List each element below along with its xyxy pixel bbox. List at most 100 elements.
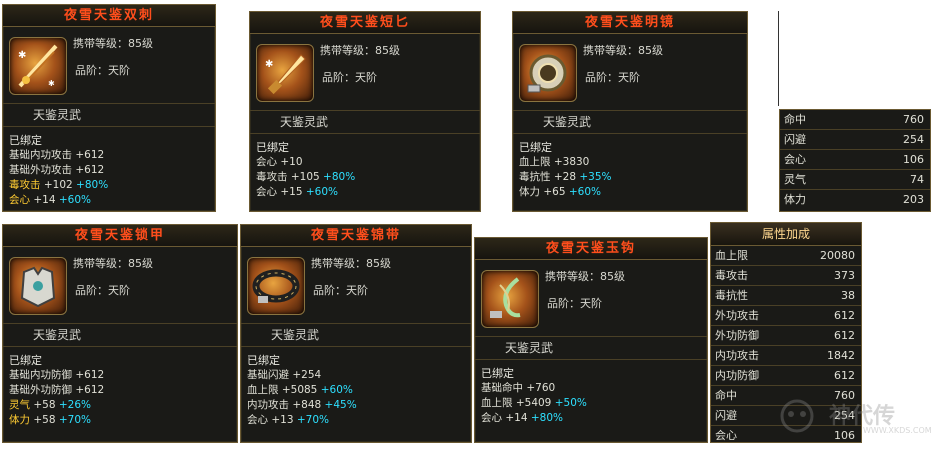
stat-value: +3830 [553, 156, 590, 168]
stat-label: 体力 [9, 414, 30, 426]
stat-percent: +50% [554, 397, 587, 409]
table-row: 会心 106 [780, 150, 930, 170]
item-card-belt: 夜雪天鉴锦带 携带等级：85级 品阶：天阶 天鉴灵武 已绑定 基础闪避 +254… [240, 224, 472, 443]
stat-list: 已绑定 基础内功攻击 +612 基础外功攻击 +612 毒攻击 +102 +80… [3, 127, 215, 208]
stat-list: 已绑定 基础命中 +760 血上限 +5409 +50% 会心 +14 +80% [475, 360, 707, 426]
row-value: 612 [834, 369, 855, 382]
svg-text:✱: ✱ [48, 79, 55, 88]
stat-value: +13 [271, 414, 294, 426]
stat-label: 毒攻击 [9, 179, 41, 191]
set-name: 天鉴灵武 [3, 324, 237, 347]
item-card-mirror: 夜雪天鉴明镜 携带等级：85级 品阶：天阶 天鉴灵武 已绑定 血上限 +3830… [512, 11, 748, 212]
item-grade: 品阶：天阶 [322, 71, 377, 84]
stat-line: 血上限 +5409 +50% [481, 396, 701, 411]
stat-label: 基础内功攻击 [9, 149, 72, 161]
row-label: 命中 [715, 389, 737, 402]
bound-status: 已绑定 [9, 134, 42, 147]
stat-value: +612 [75, 384, 105, 396]
row-value: 612 [834, 329, 855, 342]
stat-line: 会心 +15 +60% [256, 185, 474, 200]
item-card-short-dagger: 夜雪天鉴短匕 ✱ 携带等级：85级 品阶：天阶 天鉴灵武 已绑定 会心 +10 … [249, 11, 481, 212]
short-dagger-icon[interactable]: ✱ [256, 44, 314, 102]
table-row: 外功防御 612 [711, 326, 861, 346]
stat-label: 会心 [9, 194, 30, 206]
item-grade: 品阶：天阶 [75, 64, 130, 77]
stat-value: +58 [33, 399, 56, 411]
stat-percent: +60% [320, 384, 353, 396]
carry-level: 携带等级：85级 [73, 37, 153, 50]
stat-label: 会心 [247, 414, 268, 426]
stat-percent: +80% [323, 171, 356, 183]
armor-icon[interactable] [9, 257, 67, 315]
stat-line: 基础命中 +760 [481, 381, 701, 396]
row-label: 灵气 [784, 173, 806, 186]
set-name: 天鉴灵武 [513, 111, 747, 134]
twin-dagger-icon[interactable]: ✱ ✱ [9, 37, 67, 95]
row-value: 1842 [827, 349, 855, 362]
belt-icon[interactable] [247, 257, 305, 315]
stat-label: 体力 [519, 186, 540, 198]
stat-percent: +26% [58, 399, 91, 411]
stat-line: 体力 +65 +60% [519, 185, 741, 200]
stat-value: +15 [280, 186, 303, 198]
item-title: 夜雪天鉴短匕 [250, 12, 480, 34]
stat-line: 内功攻击 +848 +45% [247, 398, 465, 413]
stat-label: 内功攻击 [247, 399, 289, 411]
row-label: 外功攻击 [715, 309, 759, 322]
watermark: 神代传 WWW.XKDS.COM [777, 396, 932, 438]
item-title: 夜雪天鉴锁甲 [3, 225, 237, 247]
stat-label: 基础外功攻击 [9, 164, 72, 176]
stat-label: 基础外功防御 [9, 384, 72, 396]
stat-list: 已绑定 基础闪避 +254 血上限 +5085 +60% 内功攻击 +848 +… [241, 347, 471, 428]
bound-status: 已绑定 [256, 141, 289, 154]
mirror-icon[interactable] [519, 44, 577, 102]
svg-text:✱: ✱ [18, 50, 26, 61]
stat-percent: +80% [76, 179, 109, 191]
bound-status: 已绑定 [481, 367, 514, 380]
stat-line: 会心 +13 +70% [247, 413, 465, 428]
stat-line: 血上限 +5085 +60% [247, 383, 465, 398]
stat-value: +14 [505, 412, 528, 424]
stat-value: +10 [280, 156, 303, 168]
row-label: 毒抗性 [715, 289, 748, 302]
table-row: 内功攻击 1842 [711, 346, 861, 366]
jade-hook-icon[interactable] [481, 270, 539, 328]
stat-label: 基础内功防御 [9, 369, 72, 381]
stat-value: +65 [543, 186, 566, 198]
stat-line: 毒攻击 +105 +80% [256, 170, 474, 185]
stat-percent: +80% [530, 412, 563, 424]
row-label: 命中 [784, 113, 806, 126]
row-label: 闪避 [784, 133, 806, 146]
table-row: 毒攻击 373 [711, 266, 861, 286]
stat-percent: +35% [579, 171, 612, 183]
table-row: 血上限 20080 [711, 246, 861, 266]
item-title: 夜雪天鉴双刺 [3, 5, 215, 27]
stat-value: +5409 [515, 397, 552, 409]
stat-label: 血上限 [247, 384, 279, 396]
row-label: 体力 [784, 193, 806, 206]
table-title: 属性加成 [711, 223, 861, 246]
stat-line: 基础闪避 +254 [247, 368, 465, 383]
stat-percent: +60% [568, 186, 601, 198]
stat-percent: +60% [58, 194, 91, 206]
table-row: 外功攻击 612 [711, 306, 861, 326]
item-grade: 品阶：天阶 [585, 71, 640, 84]
watermark-url: WWW.XKDS.COM [863, 426, 932, 435]
stat-line: 毒攻击 +102 +80% [9, 178, 209, 193]
set-name: 天鉴灵武 [241, 324, 471, 347]
stat-value: +102 [43, 179, 73, 191]
stat-line: 血上限 +3830 [519, 155, 741, 170]
stat-label: 基础命中 [481, 382, 523, 394]
item-title: 夜雪天鉴玉钩 [475, 238, 707, 260]
row-value: 373 [834, 269, 855, 282]
row-value: 203 [903, 193, 924, 206]
stat-label: 基础闪避 [247, 369, 289, 381]
item-title: 夜雪天鉴明镜 [513, 12, 747, 34]
row-label: 毒攻击 [715, 269, 748, 282]
stat-percent: +70% [296, 414, 329, 426]
table-row: 命中 760 [780, 110, 930, 130]
item-grade: 品阶：天阶 [547, 297, 602, 310]
stat-line: 会心 +10 [256, 155, 474, 170]
stat-value: +760 [526, 382, 556, 394]
stat-value: +14 [33, 194, 56, 206]
